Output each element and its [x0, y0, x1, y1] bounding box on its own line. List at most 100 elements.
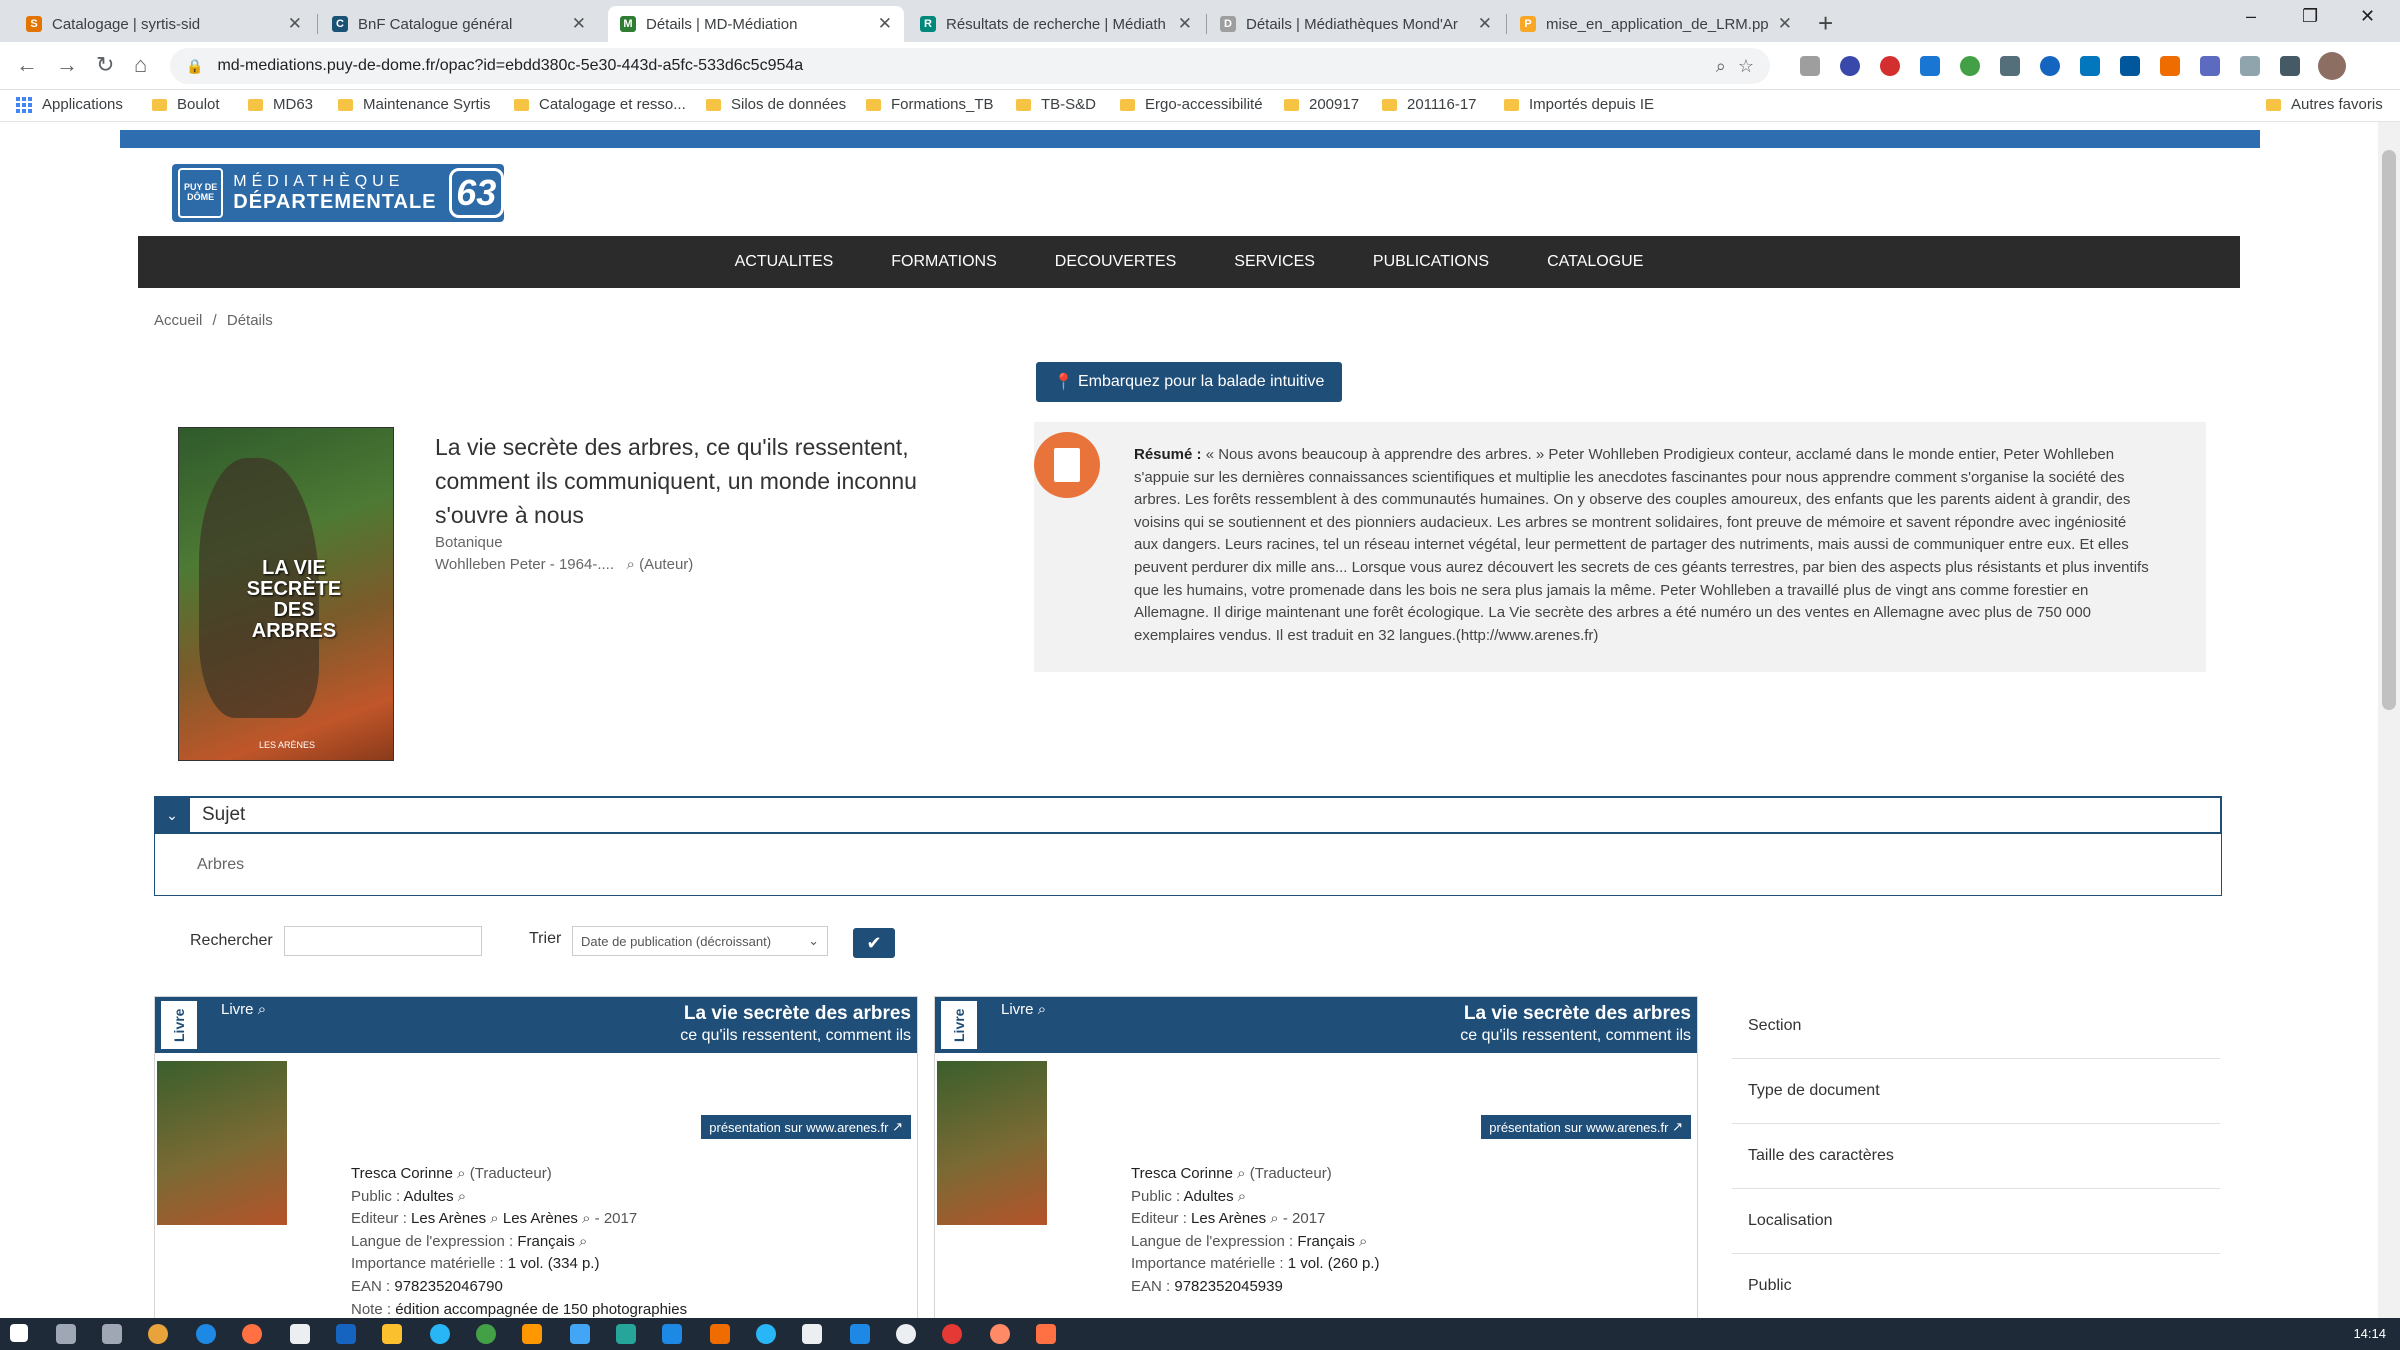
apply-sort-button[interactable]: ✔	[853, 928, 895, 958]
lang-value[interactable]: Français	[517, 1233, 575, 1250]
sort-select[interactable]: Date de publication (décroissant) ⌄	[572, 926, 828, 956]
extension-icon[interactable]	[2080, 56, 2100, 76]
extension-icon[interactable]	[1800, 56, 1820, 76]
bookmark-folder[interactable]: 201116-17	[1382, 96, 1477, 113]
search-icon[interactable]: ⌕	[1237, 1165, 1245, 1182]
extension-icon[interactable]	[2200, 56, 2220, 76]
whatsapp-icon[interactable]	[476, 1324, 496, 1344]
search-icon[interactable]: ⌕	[457, 1165, 465, 1182]
extension-icon[interactable]	[2120, 56, 2140, 76]
extension-icon[interactable]	[1920, 56, 1940, 76]
close-tab-icon[interactable]: ✕	[288, 14, 302, 34]
app-icon[interactable]	[942, 1324, 962, 1344]
home-icon[interactable]: ⌂	[134, 52, 147, 78]
editor-value[interactable]: Les Arènes	[1191, 1210, 1266, 1227]
bookmark-folder[interactable]: Boulot	[152, 96, 220, 113]
explorer-icon[interactable]	[382, 1324, 402, 1344]
presentation-link[interactable]: présentation sur www.arenes.fr ↗	[1481, 1115, 1691, 1139]
bookmark-folder[interactable]: MD63	[248, 96, 313, 113]
address-bar[interactable]: 🔒 md-mediations.puy-de-dome.fr/opac?id=e…	[170, 48, 1770, 84]
search-icon[interactable]: ⌕	[490, 1210, 498, 1227]
chrome-icon[interactable]	[148, 1324, 168, 1344]
search-icon[interactable]	[56, 1324, 76, 1344]
menu-formations[interactable]: FORMATIONS	[891, 253, 996, 271]
search-icon[interactable]: ⌕	[579, 1233, 587, 1250]
result-thumbnail[interactable]	[937, 1061, 1047, 1225]
bookmark-folder[interactable]: Importés depuis IE	[1504, 96, 1654, 113]
search-icon[interactable]: ⌕	[1238, 1188, 1246, 1205]
menu-decouvertes[interactable]: DECOUVERTES	[1055, 253, 1177, 271]
skype-icon[interactable]	[430, 1324, 450, 1344]
app-icon[interactable]	[802, 1324, 822, 1344]
translator[interactable]: Tresca Corinne	[351, 1165, 453, 1182]
firefox-icon[interactable]	[242, 1324, 262, 1344]
app-icon[interactable]	[662, 1324, 682, 1344]
forward-icon[interactable]: →	[56, 52, 78, 78]
result-card[interactable]: Livre Livre ⌕ La vie secrète des arbres …	[154, 996, 918, 1328]
facet-localisation[interactable]: Localisation	[1732, 1189, 2220, 1254]
balade-intuitive-button[interactable]: 📍 Embarquez pour la balade intuitive	[1036, 362, 1342, 402]
address-url[interactable]: md-mediations.puy-de-dome.fr/opac?id=ebd…	[217, 57, 1703, 75]
menu-actualites[interactable]: ACTUALITES	[735, 253, 834, 271]
zoom-icon[interactable]	[850, 1324, 870, 1344]
app-icon[interactable]	[990, 1324, 1010, 1344]
app-icon[interactable]	[1036, 1324, 1056, 1344]
search-input[interactable]	[284, 926, 482, 956]
search-icon[interactable]: ⌕	[1359, 1233, 1367, 1250]
extensions-puzzle-icon[interactable]	[2280, 56, 2300, 76]
vlc-icon[interactable]	[522, 1324, 542, 1344]
extension-icon[interactable]	[1880, 56, 1900, 76]
extension-icon[interactable]	[2240, 56, 2260, 76]
translator[interactable]: Tresca Corinne	[1131, 1165, 1233, 1182]
presentation-link[interactable]: présentation sur www.arenes.fr ↗	[701, 1115, 911, 1139]
search-icon[interactable]: ⌕	[582, 1210, 590, 1227]
app-icon[interactable]	[896, 1324, 916, 1344]
close-window-icon[interactable]: ✕	[2360, 6, 2375, 27]
facet-section[interactable]: Section	[1732, 994, 2220, 1059]
bookmark-apps[interactable]: Applications	[16, 96, 123, 113]
bookmark-folder[interactable]: Silos de données	[706, 96, 846, 113]
chevron-down-icon[interactable]: ⌄	[154, 796, 190, 834]
menu-services[interactable]: SERVICES	[1234, 253, 1315, 271]
zoom-icon[interactable]: ⌕	[1716, 56, 1726, 77]
result-title[interactable]: La vie secrète des arbres	[1464, 1003, 1691, 1025]
editor-value[interactable]: Les Arènes	[503, 1210, 578, 1227]
search-icon[interactable]: ⌕	[458, 1188, 466, 1205]
browser-tab-lrm[interactable]: P mise_en_application_de_LRM.pp ✕	[1508, 6, 1804, 42]
windows-start-icon[interactable]	[10, 1324, 28, 1342]
close-tab-icon[interactable]: ✕	[1478, 14, 1492, 34]
facet-public[interactable]: Public	[1732, 1254, 2220, 1319]
extension-icon[interactable]	[2000, 56, 2020, 76]
result-thumbnail[interactable]	[157, 1061, 287, 1225]
browser-tab-resultats[interactable]: R Résultats de recherche | Médiath ✕	[908, 6, 1204, 42]
store-icon[interactable]	[290, 1324, 310, 1344]
result-card[interactable]: Livre Livre ⌕ La vie secrète des arbres …	[934, 996, 1698, 1328]
reload-icon[interactable]: ↻	[96, 52, 114, 78]
bookmark-folder[interactable]: TB-S&D	[1016, 96, 1096, 113]
facet-type-document[interactable]: Type de document	[1732, 1059, 2220, 1124]
bookmark-folder[interactable]: Ergo-accessibilité	[1120, 96, 1263, 113]
outlook-icon[interactable]	[336, 1324, 356, 1344]
dropbox-icon[interactable]	[570, 1324, 590, 1344]
editor-value[interactable]: Les Arènes	[411, 1210, 486, 1227]
result-title[interactable]: La vie secrète des arbres	[684, 1003, 911, 1025]
bookmark-folder[interactable]: Maintenance Syrtis	[338, 96, 491, 113]
close-tab-icon[interactable]: ✕	[572, 14, 586, 34]
site-logo[interactable]: PUY DE DÔME MÉDIATHÈQUE DÉPARTEMENTALE 6…	[172, 164, 504, 222]
browser-tab-md-mediation[interactable]: M Détails | MD-Médiation ✕	[608, 6, 904, 42]
search-icon[interactable]: ⌕	[1270, 1210, 1278, 1227]
close-tab-icon[interactable]: ✕	[878, 14, 892, 34]
edge-icon[interactable]	[196, 1324, 216, 1344]
app-icon[interactable]	[616, 1324, 636, 1344]
brave-icon[interactable]	[710, 1324, 730, 1344]
menu-catalogue[interactable]: CATALOGUE	[1547, 253, 1643, 271]
facet-taille-caracteres[interactable]: Taille des caractères	[1732, 1124, 2220, 1189]
back-icon[interactable]: ←	[16, 52, 38, 78]
public-value[interactable]: Adultes	[1184, 1188, 1234, 1205]
extension-icon[interactable]	[1840, 56, 1860, 76]
new-tab-icon[interactable]: +	[1818, 8, 1833, 39]
bookmark-other[interactable]: Autres favoris	[2266, 96, 2383, 113]
minimize-icon[interactable]: –	[2246, 6, 2256, 27]
extension-icon[interactable]	[2160, 56, 2180, 76]
restore-icon[interactable]: ❐	[2302, 6, 2318, 27]
